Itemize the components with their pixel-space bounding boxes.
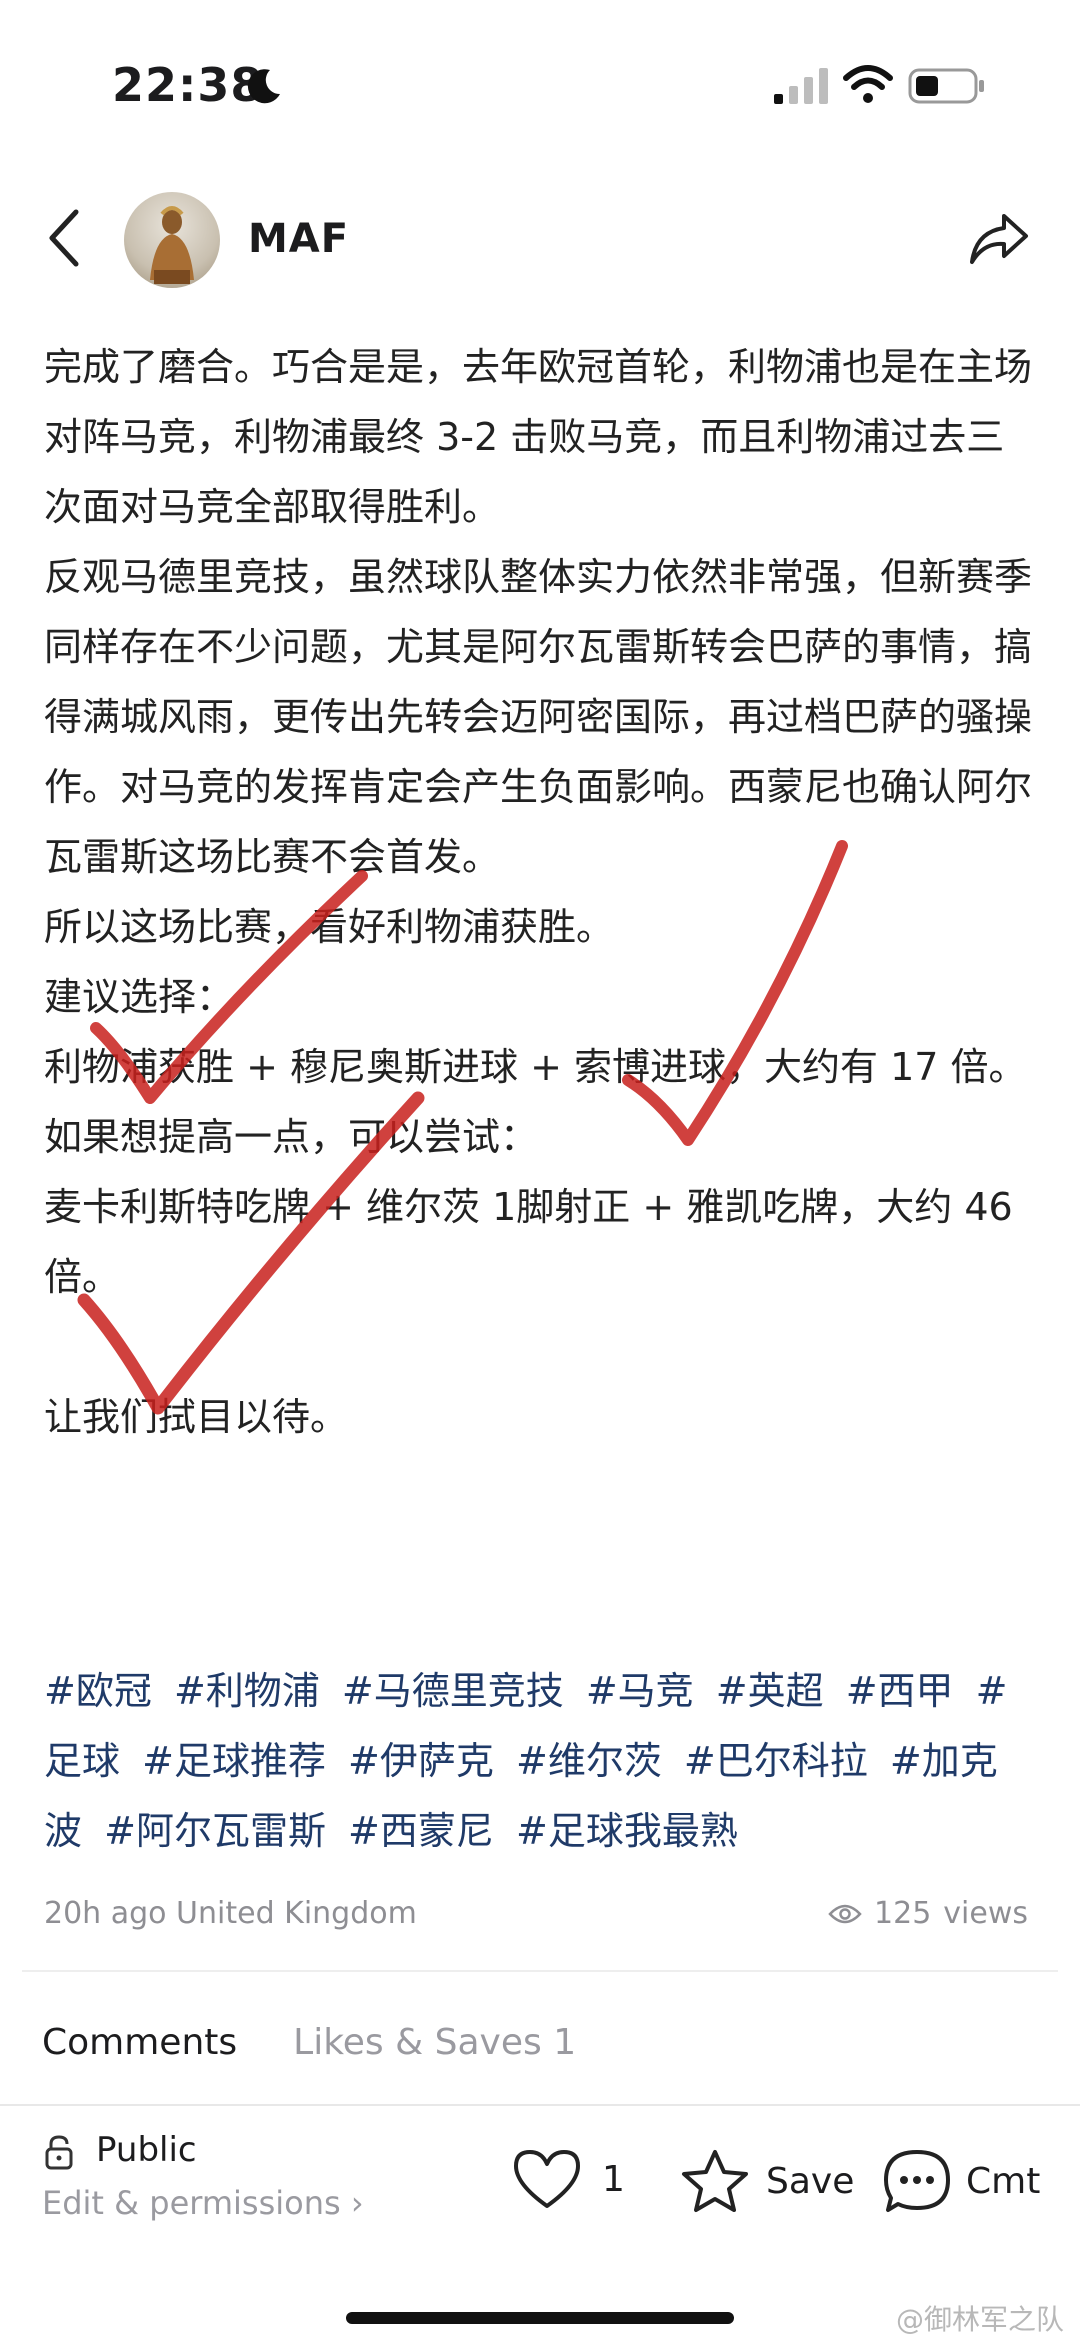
hashtag[interactable]: #马竞 <box>586 1669 694 1713</box>
visibility-label[interactable]: Public <box>96 2130 197 2170</box>
lock-icon <box>45 2135 73 2170</box>
username[interactable]: MAF <box>248 216 349 262</box>
comment-label: Cmt <box>966 2160 1041 2202</box>
share-icon[interactable] <box>968 210 1030 268</box>
watermark: @御林军之队 <box>895 2303 1064 2336</box>
star-icon <box>682 2150 748 2212</box>
views-count: 125 <box>874 1896 932 1931</box>
tab-comments[interactable]: Comments <box>42 2022 237 2063</box>
heart-icon <box>514 2150 580 2208</box>
comment-tabs: Comments Likes & Saves 1 <box>42 2022 576 2063</box>
hashtag[interactable]: #维尔茨 <box>516 1739 662 1783</box>
wifi-icon <box>843 65 893 103</box>
comment-button[interactable]: Cmt <box>882 2148 1040 2214</box>
hashtag[interactable]: #英超 <box>716 1669 824 1713</box>
tab-likes-saves[interactable]: Likes & Saves 1 <box>293 2022 576 2063</box>
divider <box>0 2104 1080 2106</box>
post-paragraph: 如果想提高一点，可以尝试： <box>44 1115 539 1159</box>
back-icon[interactable] <box>44 206 84 270</box>
save-label: Save <box>766 2160 855 2202</box>
post-paragraph: 所以这场比赛，看好利物浦获胜。 <box>44 905 615 949</box>
post-paragraph: 利物浦获胜 + 穆尼奥斯进球 + 索博进球，大约有 17 倍。 <box>44 1045 1027 1089</box>
post-meta: 20h ago United Kingdom <box>44 1896 417 1931</box>
post-paragraph: 建议选择： <box>44 975 235 1019</box>
hashtag[interactable]: #马德里竞技 <box>342 1669 564 1713</box>
hashtag[interactable]: #足球我最熟 <box>516 1809 738 1853</box>
post-body: 完成了磨合。巧合是是，去年欧冠首轮，利物浦也是在主场对阵马竞，利物浦最终 3-2… <box>44 332 1036 1452</box>
post-header: MAF <box>0 180 1080 300</box>
post-paragraph: 反观马德里竞技，虽然球队整体实力依然非常强，但新赛季同样存在不少问题，尤其是阿尔… <box>44 555 1033 879</box>
edit-permissions-link[interactable]: Edit & permissions › <box>42 2184 364 2222</box>
post-paragraph: 麦卡利斯特吃牌 + 维尔茨 1脚射正 + 雅凯吃牌，大约 46 倍。 <box>44 1185 1013 1299</box>
status-time: 22:38 <box>112 58 264 112</box>
home-indicator[interactable] <box>346 2312 734 2324</box>
hashtag[interactable]: #欧冠 <box>44 1669 152 1713</box>
eye-icon <box>828 1904 862 1923</box>
like-count: 1 <box>602 2158 625 2200</box>
status-bar: 22:38 <box>0 0 1080 170</box>
like-button[interactable]: 1 <box>512 2148 625 2210</box>
save-button[interactable]: Save <box>680 2148 854 2214</box>
hashtag[interactable]: #巴尔科拉 <box>684 1739 868 1783</box>
post-paragraph: 完成了磨合。巧合是是，去年欧冠首轮，利物浦也是在主场对阵马竞，利物浦最终 3-2… <box>44 345 1033 529</box>
divider <box>22 1970 1058 1972</box>
hashtag[interactable]: #西蒙尼 <box>348 1809 494 1853</box>
comment-icon <box>884 2150 950 2212</box>
signal-icon <box>774 68 828 104</box>
avatar[interactable] <box>124 192 220 288</box>
views-label: views <box>943 1896 1028 1931</box>
battery-icon <box>908 68 984 104</box>
views-counter: 125 views <box>828 1896 1028 1931</box>
moon-icon <box>247 69 280 104</box>
hashtag[interactable]: #伊萨克 <box>348 1739 494 1783</box>
bottom-action-bar: Public Edit & permissions › 1 Save Cmt <box>0 2110 1080 2270</box>
avatar-figure <box>150 206 194 284</box>
hashtag[interactable]: #阿尔瓦雷斯 <box>104 1809 326 1853</box>
hashtag[interactable]: #利物浦 <box>174 1669 320 1713</box>
post-paragraph: 让我们拭目以待。 <box>44 1395 349 1439</box>
hashtag[interactable]: #足球推荐 <box>142 1739 326 1783</box>
hashtag-list: #欧冠 #利物浦 #马德里竞技 #马竞 #英超 #西甲 #足球 #足球推荐 #伊… <box>44 1656 1036 1866</box>
hashtag[interactable]: #西甲 <box>846 1669 954 1713</box>
